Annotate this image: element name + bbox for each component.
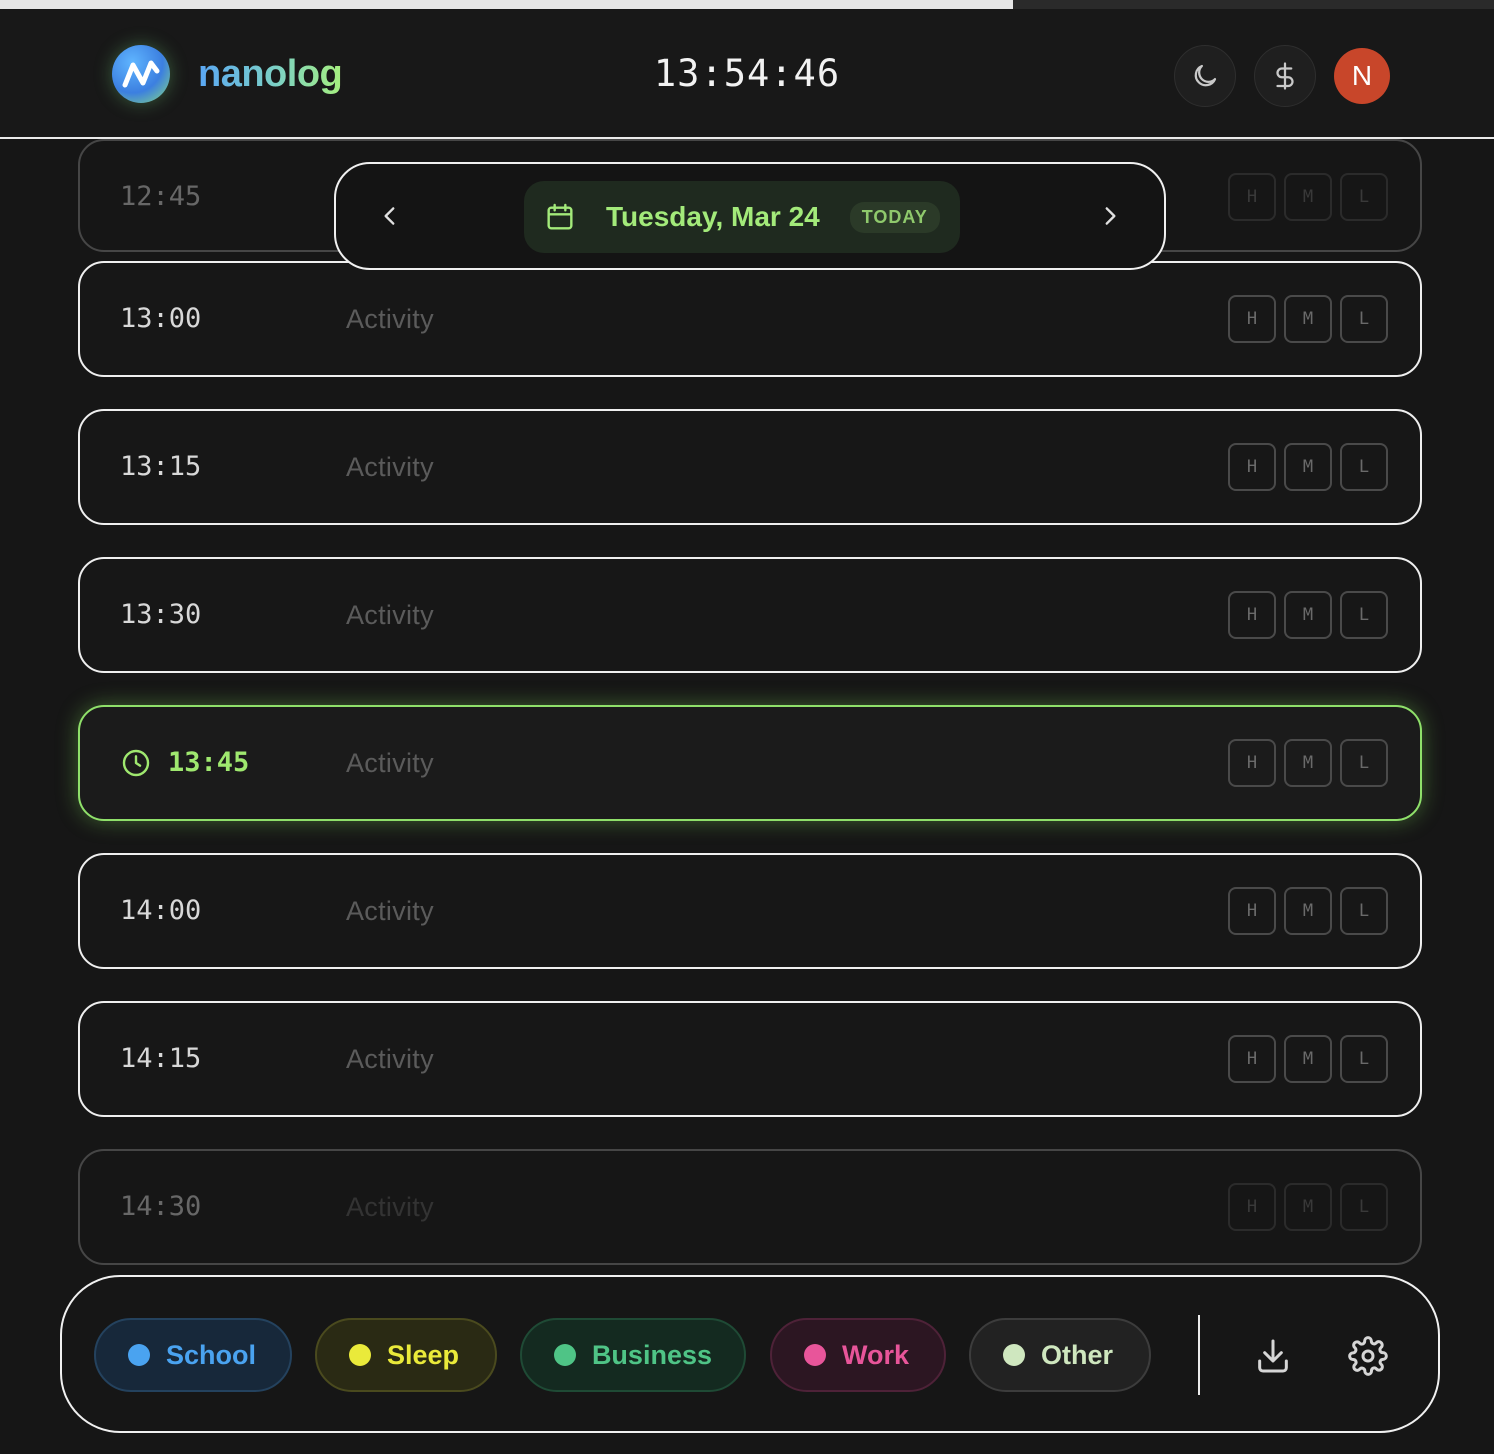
category-label: Business xyxy=(591,1339,712,1370)
export-button[interactable] xyxy=(1251,1334,1295,1378)
slot-time: 13:30 xyxy=(120,599,202,630)
level-h-button[interactable]: H xyxy=(1228,1183,1276,1231)
today-badge: TODAY xyxy=(849,201,940,233)
category-dot xyxy=(1003,1344,1025,1366)
level-l-button[interactable]: L xyxy=(1340,1035,1388,1083)
activity-input[interactable]: Activity xyxy=(346,707,434,819)
level-m-button[interactable]: M xyxy=(1284,173,1332,221)
level-l-button[interactable]: L xyxy=(1340,443,1388,491)
energy-level-group: HML xyxy=(1228,1183,1388,1231)
category-chip-sleep[interactable]: Sleep xyxy=(315,1318,497,1392)
level-m-button[interactable]: M xyxy=(1284,443,1332,491)
slot-time: 14:00 xyxy=(120,895,202,926)
level-h-button[interactable]: H xyxy=(1228,1035,1276,1083)
date-navigator: Tuesday, Mar 24 TODAY xyxy=(334,162,1166,270)
user-avatar[interactable]: N xyxy=(1334,48,1390,104)
energy-level-group: HML xyxy=(1228,1035,1388,1083)
activity-input[interactable]: Activity xyxy=(346,559,434,671)
level-h-button[interactable]: H xyxy=(1228,173,1276,221)
category-dot xyxy=(554,1344,576,1366)
level-h-button[interactable]: H xyxy=(1228,443,1276,491)
level-l-button[interactable]: L xyxy=(1340,295,1388,343)
gear-icon xyxy=(1348,1336,1388,1376)
time-slot-row[interactable]: 14:30 Activity H M L xyxy=(78,1149,1422,1265)
activity-input[interactable]: Activity xyxy=(346,1151,434,1263)
energy-level-group: HML xyxy=(1228,739,1388,787)
slot-time: 12:45 xyxy=(120,181,202,212)
slot-time-label: 13:45 xyxy=(168,747,250,778)
calendar-icon xyxy=(547,203,573,230)
category-chip-school[interactable]: School xyxy=(94,1318,292,1392)
top-actions: N xyxy=(1174,45,1390,107)
date-picker-button[interactable]: Tuesday, Mar 24 TODAY xyxy=(524,181,960,253)
selected-date: Tuesday, Mar 24 xyxy=(606,201,820,232)
category-label: School xyxy=(166,1339,257,1370)
chevron-right-icon xyxy=(1105,207,1116,225)
level-m-button[interactable]: M xyxy=(1284,1183,1332,1231)
category-dot xyxy=(349,1344,371,1366)
level-m-button[interactable]: M xyxy=(1284,1035,1332,1083)
level-l-button[interactable]: L xyxy=(1340,173,1388,221)
slot-time: 14:15 xyxy=(120,1043,202,1074)
category-chip-business[interactable]: Business xyxy=(520,1318,746,1392)
time-slot-row[interactable]: 13:30 Activity H M L xyxy=(78,557,1422,673)
category-label: Other xyxy=(1041,1339,1114,1370)
settings-button[interactable] xyxy=(1346,1334,1390,1378)
level-l-button[interactable]: L xyxy=(1340,1183,1388,1231)
previous-day-button[interactable] xyxy=(374,200,406,232)
level-m-button[interactable]: M xyxy=(1284,887,1332,935)
theme-toggle-button[interactable] xyxy=(1174,45,1236,107)
level-m-button[interactable]: M xyxy=(1284,295,1332,343)
slot-time: 13:15 xyxy=(120,451,202,482)
category-dot xyxy=(804,1344,826,1366)
level-l-button[interactable]: L xyxy=(1340,591,1388,639)
energy-level-group: HML xyxy=(1228,591,1388,639)
slot-time: 13:00 xyxy=(120,303,202,334)
time-slot-row[interactable]: 14:15 Activity H M L xyxy=(78,1001,1422,1117)
category-dot xyxy=(128,1344,150,1366)
level-l-button[interactable]: L xyxy=(1340,887,1388,935)
category-chip-other[interactable]: Other xyxy=(969,1318,1151,1392)
level-h-button[interactable]: H xyxy=(1228,739,1276,787)
top-bar: nanolog 13:54:46 N xyxy=(0,9,1494,139)
time-slot-row[interactable]: 14:00 Activity H M L xyxy=(78,853,1422,969)
page-progress-fill xyxy=(0,0,1013,9)
pricing-button[interactable] xyxy=(1254,45,1316,107)
slot-time: 14:30 xyxy=(120,1191,202,1222)
level-m-button[interactable]: M xyxy=(1284,591,1332,639)
clock-icon xyxy=(120,747,152,779)
level-h-button[interactable]: H xyxy=(1228,591,1276,639)
download-icon xyxy=(1258,1339,1288,1373)
energy-level-group: HML xyxy=(1228,295,1388,343)
category-chip-work[interactable]: Work xyxy=(770,1318,946,1392)
page-progress-track xyxy=(0,0,1494,9)
level-h-button[interactable]: H xyxy=(1228,887,1276,935)
category-label: Work xyxy=(842,1339,910,1370)
category-bar: School Sleep Business Work Other xyxy=(60,1275,1440,1433)
moon-icon xyxy=(1194,64,1217,87)
activity-input[interactable]: Activity xyxy=(346,263,434,375)
activity-input[interactable]: Activity xyxy=(346,411,434,523)
energy-level-group: HML xyxy=(1228,443,1388,491)
toolbar-divider xyxy=(1198,1315,1200,1395)
time-slot-row[interactable]: 13:15 Activity H M L xyxy=(78,409,1422,525)
level-m-button[interactable]: M xyxy=(1284,739,1332,787)
level-l-button[interactable]: L xyxy=(1340,739,1388,787)
activity-input[interactable]: Activity xyxy=(346,1003,434,1115)
category-label: Sleep xyxy=(387,1339,460,1370)
chevron-left-icon xyxy=(384,207,395,225)
time-slot-row[interactable]: 13:00 Activity H M L xyxy=(78,261,1422,377)
activity-input[interactable]: Activity xyxy=(346,855,434,967)
slot-time: 13:45 xyxy=(120,707,249,819)
dollar-icon xyxy=(1276,62,1294,90)
energy-level-group: HML xyxy=(1228,887,1388,935)
level-h-button[interactable]: H xyxy=(1228,295,1276,343)
next-day-button[interactable] xyxy=(1094,200,1126,232)
energy-level-group: HML xyxy=(1228,173,1388,221)
time-slot-row-current[interactable]: 13:45 Activity H M L xyxy=(78,705,1422,821)
